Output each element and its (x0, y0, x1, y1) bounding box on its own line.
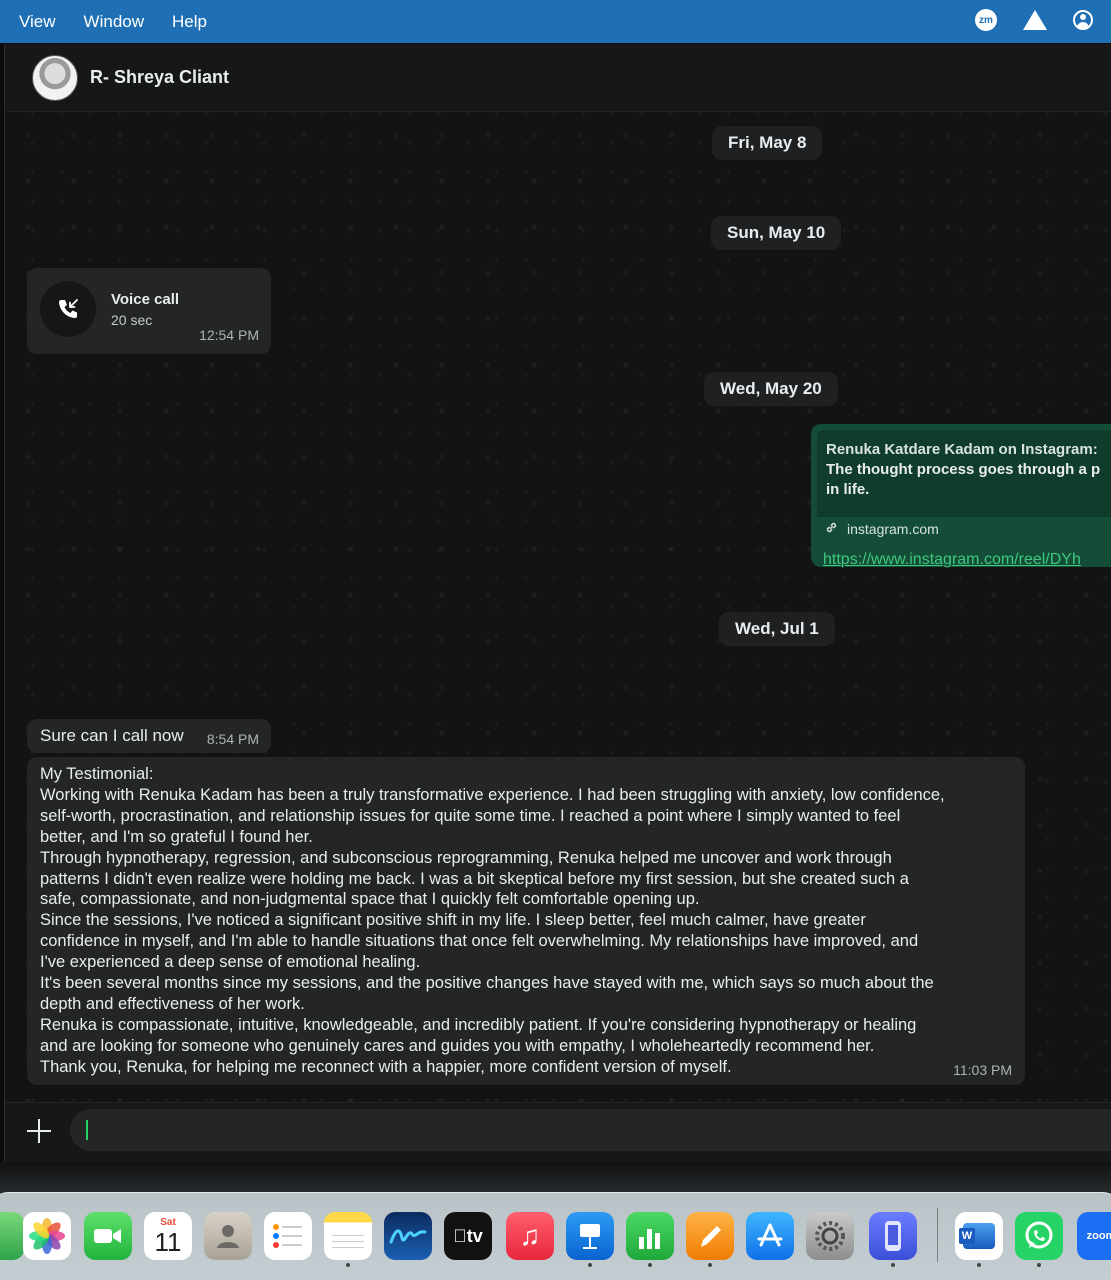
message-line: depth and effectiveness of her work. (40, 994, 305, 1013)
notes-app-icon[interactable] (324, 1212, 372, 1260)
menu-help[interactable]: Help (172, 12, 207, 32)
calendar-day: 11 (154, 1226, 182, 1257)
link-description: The thought process goes through a p (826, 461, 1101, 478)
zoom-label: zoom (1086, 1230, 1111, 1242)
message-time: 11:03 PM (953, 1062, 1012, 1078)
message-text: My Testimonial: Working with Renuka Kada… (40, 764, 1015, 1078)
keynote-app-icon[interactable] (566, 1212, 614, 1260)
call-duration: 20 sec (111, 312, 153, 328)
word-label: W (959, 1228, 975, 1244)
link-domain: instagram.com (825, 521, 939, 537)
text-caret (86, 1120, 88, 1140)
chat-window: R- Shreya Cliant Fri, May 8 Sun, May 10 … (4, 44, 1111, 1162)
message-line: and are looking for someone who genuinel… (40, 1036, 875, 1055)
simulator-app-icon[interactable] (869, 1212, 917, 1260)
running-indicator (1037, 1263, 1041, 1267)
message-time: 12:54 PM (199, 327, 259, 343)
menu-bar: View Window Help zm (0, 0, 1111, 43)
link-preview[interactable]: Renuka Katdare Kadam on Instagram: The t… (817, 430, 1111, 517)
attach-plus-icon[interactable] (25, 1117, 53, 1145)
message-line: confidence in myself, and I'm able to ha… (40, 932, 919, 951)
voice-call-message[interactable]: Voice call 20 sec 12:54 PM (27, 268, 271, 354)
google-drive-icon[interactable] (1023, 10, 1047, 30)
message-text: Sure can I call now (40, 726, 184, 745)
message-time: 8:54 PM (206, 731, 259, 747)
date-divider: Sun, May 10 (711, 216, 842, 250)
calendar-month: Sat (160, 1216, 176, 1228)
message-list[interactable]: Fri, May 8 Sun, May 10 Voice call 20 sec… (5, 112, 1111, 1102)
system-settings-icon[interactable] (806, 1212, 854, 1260)
link-description: in life. (826, 481, 870, 498)
menu-window[interactable]: Window (84, 12, 144, 32)
microsoft-word-icon[interactable]: W (955, 1212, 1003, 1260)
message-line: Since the sessions, I've noticed a signi… (40, 911, 866, 930)
testimonial-message[interactable]: My Testimonial: Working with Renuka Kada… (27, 757, 1025, 1085)
date-divider: Wed, Jul 1 (719, 612, 835, 646)
tv-label: tv (453, 1226, 483, 1247)
message-line: safe, compassionate, and non-judgmental … (40, 890, 700, 909)
message-line: patterns I didn't even realize were hold… (40, 869, 909, 888)
music-app-icon[interactable]: ♫ (506, 1212, 554, 1260)
text-message[interactable]: Sure can I call now 8:54 PM (27, 719, 271, 753)
message-line: self-worth, procrastination, and relatio… (40, 806, 901, 825)
contact-name[interactable]: R- Shreya Cliant (90, 67, 229, 88)
message-line: Renuka is compassionate, intuitive, know… (40, 1015, 917, 1034)
message-line: better, and I'm so grateful I found her. (40, 827, 313, 846)
message-composer (5, 1102, 1111, 1162)
running-indicator (708, 1263, 712, 1267)
running-indicator (588, 1263, 592, 1267)
missed-call-icon (40, 281, 96, 337)
message-line: My Testimonial: (40, 765, 154, 783)
link-title: Renuka Katdare Kadam on Instagram: (826, 441, 1098, 458)
message-line: It's been several months since my sessio… (40, 974, 934, 993)
pages-app-icon[interactable] (686, 1212, 734, 1260)
facetime-app-icon[interactable] (84, 1212, 132, 1260)
message-line: Through hypnotherapy, regression, and su… (40, 848, 892, 867)
zoom-status-icon[interactable]: zm (975, 9, 997, 31)
status-tray: zm (975, 9, 1093, 31)
running-indicator (346, 1263, 350, 1267)
reminders-app-icon[interactable] (264, 1212, 312, 1260)
message-line: Thank you, Renuka, for helping me reconn… (40, 1057, 732, 1076)
call-title: Voice call (111, 291, 180, 308)
link-url[interactable]: https://www.instagram.com/reel/DYh (823, 551, 1081, 569)
music-note-icon: ♫ (519, 1220, 541, 1251)
chat-header[interactable]: R- Shreya Cliant (5, 44, 1111, 112)
message-line: I've experienced a deep sense of emotion… (40, 953, 421, 972)
link-domain-text: instagram.com (847, 521, 939, 537)
menu-view[interactable]: View (19, 12, 56, 32)
contact-avatar[interactable] (32, 54, 78, 101)
dock-separator (937, 1208, 938, 1262)
whatsapp-app-icon[interactable] (1015, 1212, 1063, 1260)
message-input[interactable] (70, 1109, 1111, 1151)
link-message[interactable]: Renuka Katdare Kadam on Instagram: The t… (811, 424, 1111, 569)
photos-app-icon[interactable] (23, 1212, 71, 1260)
apple-tv-app-icon[interactable]: tv (444, 1212, 492, 1260)
messages-app-icon[interactable] (0, 1212, 24, 1260)
running-indicator (977, 1263, 981, 1267)
date-divider: Fri, May 8 (712, 126, 823, 160)
freeform-app-icon[interactable] (384, 1212, 432, 1260)
numbers-app-icon[interactable] (626, 1212, 674, 1260)
word-glyph: W (959, 1223, 995, 1249)
zoom-app-icon[interactable]: zoom (1077, 1212, 1111, 1260)
link-icon (825, 521, 838, 537)
contacts-app-icon[interactable] (204, 1212, 252, 1260)
app-store-icon[interactable] (746, 1212, 794, 1260)
date-divider: Wed, May 20 (704, 372, 838, 406)
tv-label-text: tv (459, 1225, 483, 1246)
calendar-app-icon[interactable]: Sat 11 (144, 1212, 192, 1260)
running-indicator (648, 1263, 652, 1267)
message-line: Working with Renuka Kadam has been a tru… (40, 785, 945, 804)
running-indicator (891, 1263, 895, 1267)
user-account-icon[interactable] (1073, 10, 1093, 30)
